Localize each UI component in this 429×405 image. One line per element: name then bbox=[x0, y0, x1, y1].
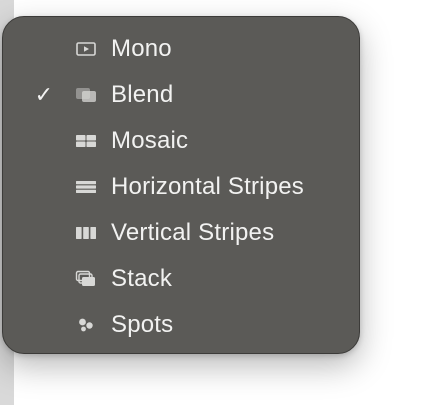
menu-item-horizontal-stripes[interactable]: Horizontal Stripes bbox=[3, 164, 359, 210]
menu-item-spots[interactable]: Spots bbox=[3, 302, 359, 348]
mosaic-grid-icon bbox=[74, 131, 98, 151]
vertical-stripes-icon bbox=[74, 223, 98, 243]
menu-item-label: Mosaic bbox=[111, 127, 189, 154]
menu-item-label: Stack bbox=[111, 265, 173, 292]
menu-item-label: Spots bbox=[111, 311, 174, 338]
menu-item-label: Mono bbox=[111, 35, 172, 62]
layout-mode-menu: Mono ✓ Blend Mosaic Horizontal Stripes V… bbox=[2, 16, 360, 354]
play-rectangle-icon bbox=[74, 39, 98, 59]
checkmark-icon: ✓ bbox=[34, 82, 54, 107]
menu-item-label: Blend bbox=[111, 81, 174, 108]
menu-item-mono[interactable]: Mono bbox=[3, 26, 359, 72]
horizontal-stripes-icon bbox=[74, 177, 98, 197]
spots-icon bbox=[74, 315, 98, 335]
stack-icon bbox=[74, 269, 98, 289]
menu-item-blend[interactable]: ✓ Blend bbox=[3, 72, 359, 118]
menu-item-stack[interactable]: Stack bbox=[3, 256, 359, 302]
menu-item-mosaic[interactable]: Mosaic bbox=[3, 118, 359, 164]
menu-item-label: Horizontal Stripes bbox=[111, 173, 305, 200]
menu-item-label: Vertical Stripes bbox=[111, 219, 275, 246]
blend-icon bbox=[74, 85, 98, 105]
menu-item-vertical-stripes[interactable]: Vertical Stripes bbox=[3, 210, 359, 256]
